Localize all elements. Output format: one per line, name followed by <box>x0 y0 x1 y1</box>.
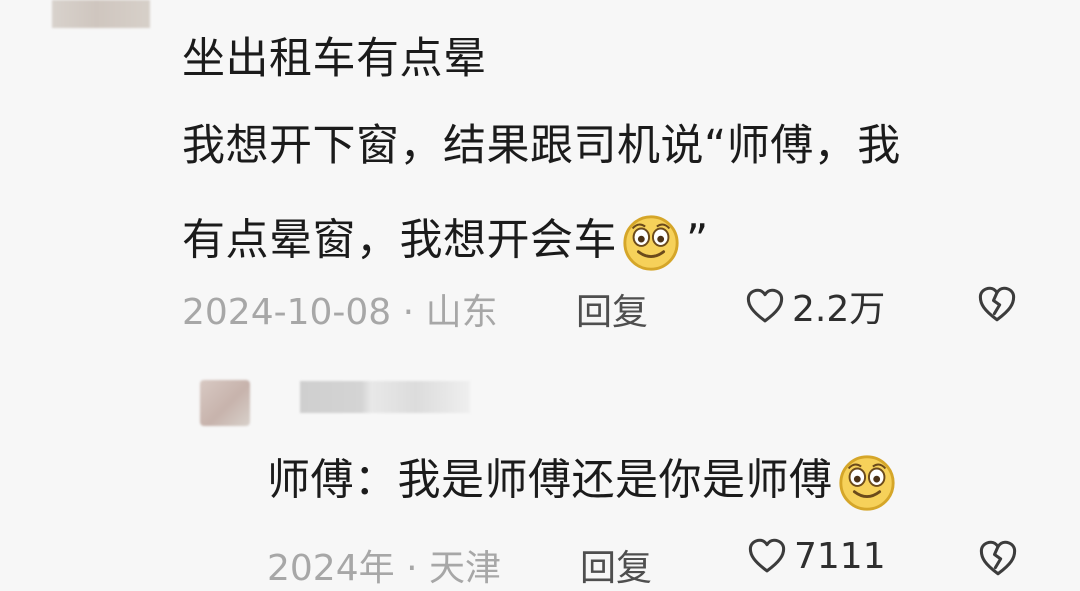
reply-content: 师傅：我是师傅还是你是师傅 <box>267 452 902 514</box>
comment-line-2: 我想开下窗，结果跟司机说“师傅，我 <box>182 121 901 171</box>
reply-reply-button[interactable]: 回复 <box>580 539 652 591</box>
reply-avatar[interactable] <box>200 380 250 426</box>
reply-location: 天津 <box>428 548 501 589</box>
smile-emoji-icon <box>838 455 895 511</box>
comment-location: 山东 <box>425 292 498 333</box>
meta-separator: · <box>402 292 415 333</box>
reply-like-count: 7111 <box>794 535 886 577</box>
reply-date: 2024年 <box>267 548 395 589</box>
comment-line-3-text: 有点晕窗，我想开会车 <box>182 215 617 266</box>
comment-close-quote: ” <box>686 215 709 266</box>
reply-button[interactable]: 回复 <box>576 283 648 335</box>
heart-outline-icon <box>746 288 784 323</box>
reply-username[interactable] <box>300 381 470 413</box>
smile-emoji-icon <box>623 215 679 271</box>
like-button[interactable]: 2.2万 <box>744 280 885 332</box>
top-avatar-fragment <box>52 0 150 28</box>
comment-line-3: 有点晕窗，我想开会车 ” <box>182 212 709 274</box>
heart-outline-icon <box>748 538 786 573</box>
reply-text: 师傅：我是师傅还是你是师傅 <box>267 455 833 506</box>
reply-like-button[interactable]: 7111 <box>746 535 886 577</box>
meta-separator: · <box>406 548 418 589</box>
comment-meta: 2024-10-08 · 山东 <box>182 283 498 335</box>
broken-heart-icon[interactable] <box>977 537 1019 579</box>
reply-meta: 2024年 · 天津 <box>267 539 501 591</box>
broken-heart-icon[interactable] <box>976 283 1018 325</box>
like-count: 2.2万 <box>792 289 886 330</box>
comment-line-1: 坐出租车有点晕 <box>182 34 487 84</box>
comment-date: 2024-10-08 <box>182 292 392 333</box>
